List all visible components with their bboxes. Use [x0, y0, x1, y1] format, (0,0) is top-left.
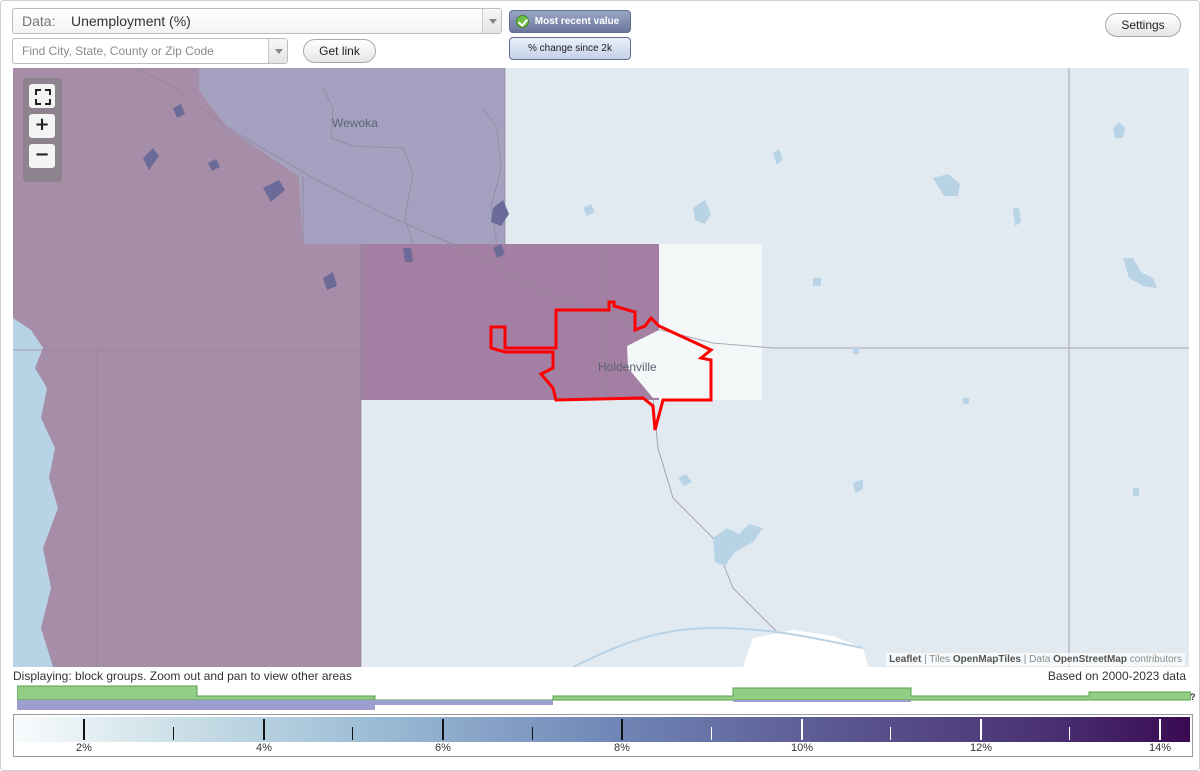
most-recent-value-button[interactable]: Most recent value	[509, 10, 631, 33]
percent-change-button[interactable]: % change since 2k	[509, 37, 631, 60]
legend-tick	[352, 727, 353, 740]
legend-tick	[442, 719, 444, 740]
legend-label: 6%	[435, 742, 451, 754]
legend-label: 4%	[256, 742, 272, 754]
legend-label: 8%	[614, 742, 630, 754]
legend-tick	[1159, 719, 1161, 740]
zoom-in-button[interactable]: +	[29, 114, 55, 138]
leaflet-link[interactable]: Leaflet	[889, 654, 921, 665]
legend-label: 10%	[790, 742, 814, 754]
data-selector-value: Unemployment (%)	[71, 13, 191, 29]
legend-label: 14%	[1148, 742, 1172, 754]
place-label-holdenville: Holdenville	[598, 360, 657, 374]
attribution-sep2: | Data	[1021, 654, 1054, 665]
legend-help-icon[interactable]: ?	[1190, 692, 1196, 702]
legend-tick	[621, 719, 623, 740]
distribution-histogram	[17, 685, 1191, 710]
legend-tick	[83, 719, 85, 740]
settings-button[interactable]: Settings	[1105, 13, 1181, 37]
legend-tick	[980, 719, 982, 740]
chevron-down-icon[interactable]	[268, 39, 287, 63]
legend-tick	[890, 727, 891, 740]
zoom-control: + −	[23, 78, 62, 182]
legend-tick	[532, 727, 533, 740]
legend-tick	[173, 727, 174, 740]
legend-label: 2%	[76, 742, 92, 754]
legend-tick	[263, 719, 265, 740]
attribution-sep1: | Tiles	[921, 654, 953, 665]
openmaptiles-link[interactable]: OpenMapTiles	[953, 654, 1021, 665]
legend-tick	[711, 727, 712, 740]
check-icon	[516, 15, 529, 28]
legend-tick	[801, 719, 803, 740]
data-selector-prefix: Data:	[22, 13, 56, 29]
location-search[interactable]	[12, 38, 288, 64]
get-link-button[interactable]: Get link	[303, 39, 376, 63]
legend-label: 12%	[969, 742, 993, 754]
display-status: Displaying: block groups. Zoom out and p…	[13, 669, 352, 683]
fullscreen-icon[interactable]	[29, 84, 55, 108]
legend-gradient	[16, 717, 1190, 742]
place-label-wewoka: Wewoka	[332, 116, 378, 130]
attribution-suffix: contributors	[1126, 654, 1182, 665]
data-selector[interactable]: Data: Unemployment (%)	[12, 8, 502, 34]
data-range-note: Based on 2000-2023 data	[1047, 669, 1186, 683]
openstreetmap-link[interactable]: OpenStreetMap	[1053, 654, 1127, 665]
app-frame: Data: Unemployment (%) Get link Most rec…	[0, 0, 1200, 771]
map-attribution: Leaflet | Tiles OpenMapTiles | Data Open…	[886, 653, 1185, 666]
most-recent-label: Most recent value	[534, 16, 620, 27]
block-group-central	[361, 244, 659, 400]
zoom-out-button[interactable]: −	[29, 144, 55, 168]
legend-tick	[1069, 727, 1070, 740]
search-input[interactable]	[13, 39, 269, 63]
color-legend: 2% 4% 6% 8% 10% 12% 14%	[13, 714, 1193, 757]
map-view[interactable]: + − Wewoka Holdenville Leaflet | Tiles O…	[13, 68, 1189, 667]
chevron-down-icon[interactable]	[482, 9, 501, 33]
